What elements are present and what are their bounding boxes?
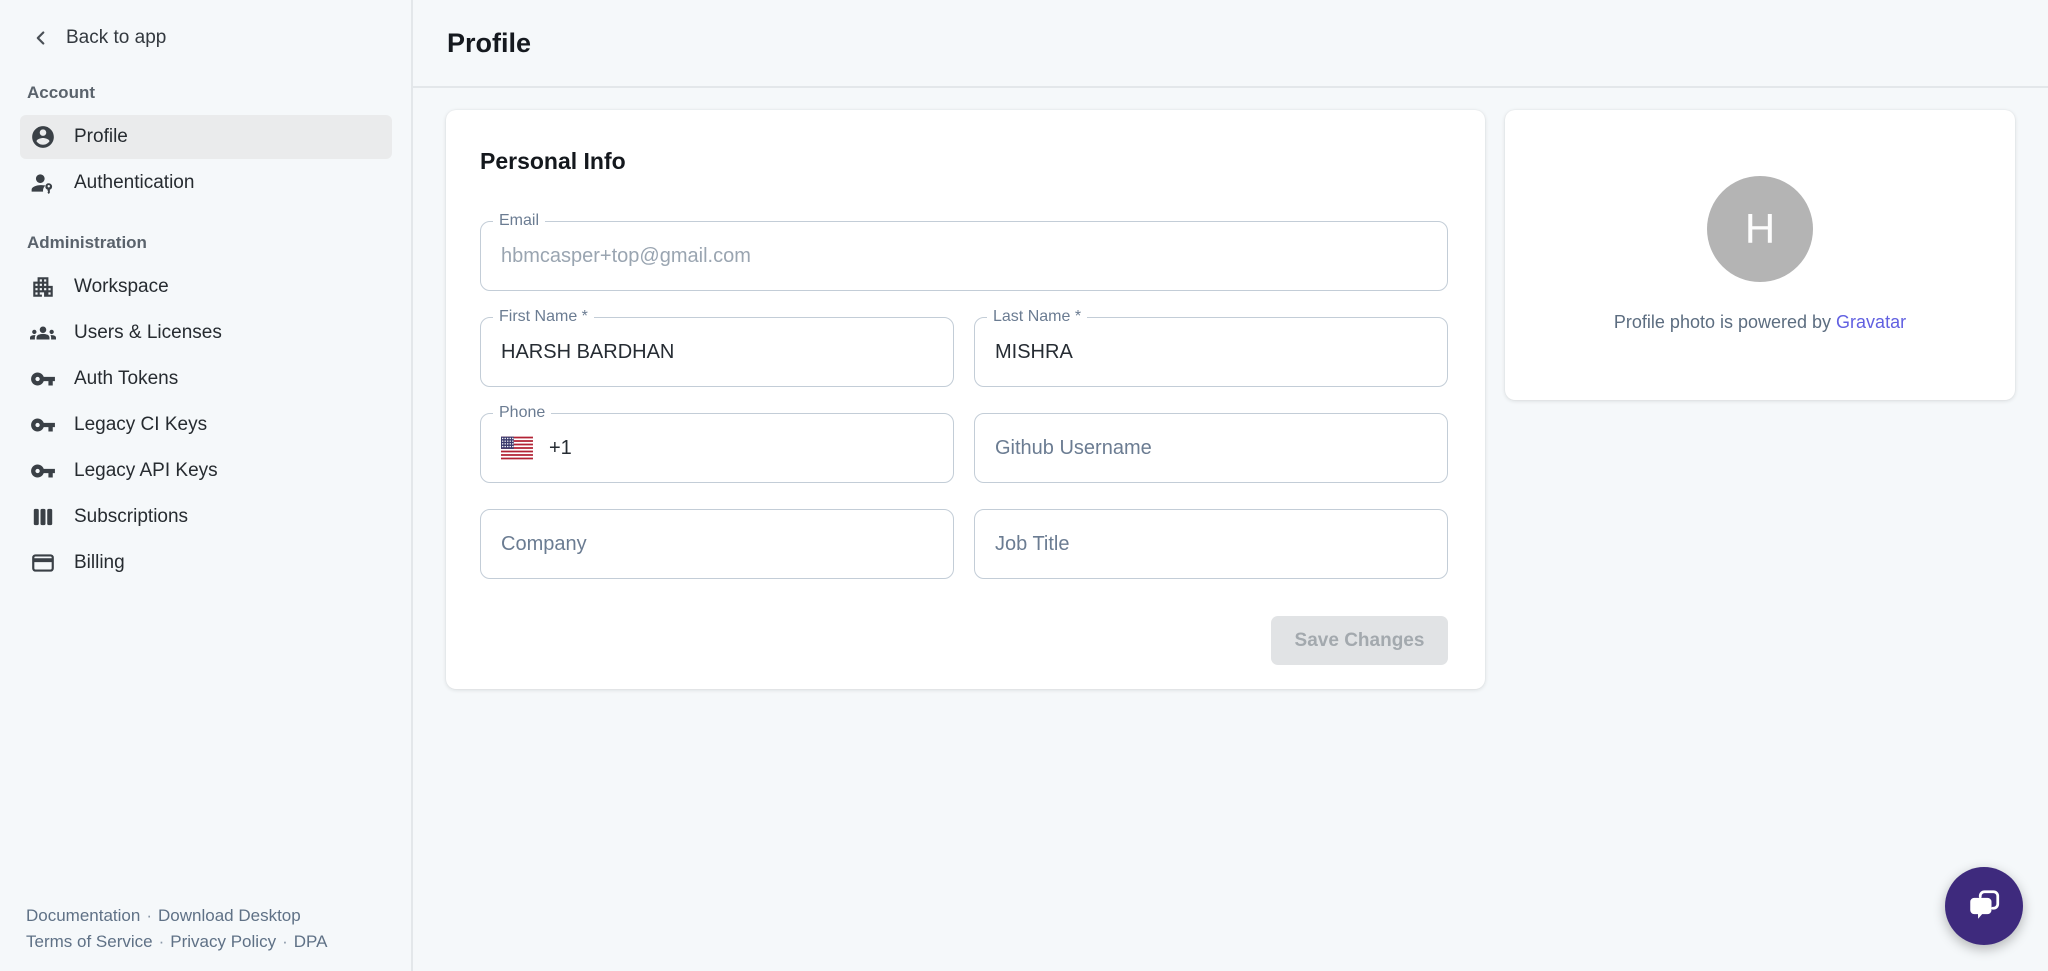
terms-of-service-link[interactable]: Terms of Service xyxy=(26,932,153,951)
sidebar-item-label: Users & Licenses xyxy=(74,322,222,344)
github-username-field[interactable] xyxy=(974,413,1448,483)
company-input[interactable] xyxy=(501,533,933,556)
personal-info-title: Personal Info xyxy=(480,148,1448,175)
sidebar-item-label: Profile xyxy=(74,126,128,148)
first-name-field[interactable]: First Name * xyxy=(480,317,954,387)
back-to-app-button[interactable]: Back to app xyxy=(0,0,411,57)
credit-card-icon xyxy=(30,550,56,576)
page-title: Profile xyxy=(447,28,531,59)
github-username-input[interactable] xyxy=(995,437,1427,460)
groups-icon xyxy=(30,320,56,346)
phone-field-label: Phone xyxy=(493,404,551,422)
gravatar-caption: Profile photo is powered by Gravatar xyxy=(1614,312,1906,333)
person-key-icon xyxy=(30,170,56,196)
content-area: Personal Info Email First Name * Last Na… xyxy=(413,88,2048,711)
phone-dial-code: +1 xyxy=(549,437,572,460)
sidebar-item-profile[interactable]: Profile xyxy=(20,115,392,159)
sidebar-footer: Documentation·Download Desktop Terms of … xyxy=(26,903,327,955)
last-name-field[interactable]: Last Name * xyxy=(974,317,1448,387)
sidebar-item-label: Legacy API Keys xyxy=(74,460,218,482)
sidebar-item-label: Legacy CI Keys xyxy=(74,414,207,436)
page-header: Profile xyxy=(413,0,2048,88)
footer-row-1: Documentation·Download Desktop xyxy=(26,903,327,929)
footer-separator: · xyxy=(276,932,294,951)
sidebar-item-billing[interactable]: Billing xyxy=(20,541,392,585)
sidebar-item-label: Billing xyxy=(74,552,125,574)
section-title-account: Account xyxy=(0,57,411,113)
footer-row-2: Terms of Service·Privacy Policy·DPA xyxy=(26,929,327,955)
key-icon xyxy=(30,366,56,392)
save-changes-button[interactable]: Save Changes xyxy=(1271,616,1448,665)
company-field[interactable] xyxy=(480,509,954,579)
person-circle-icon xyxy=(30,124,56,150)
last-name-input[interactable] xyxy=(995,341,1427,364)
sidebar-item-label: Auth Tokens xyxy=(74,368,178,390)
footer-separator: · xyxy=(153,932,171,951)
sidebar-item-label: Workspace xyxy=(74,276,169,298)
email-field-label: Email xyxy=(493,212,545,230)
sidebar-item-legacy-api-keys[interactable]: Legacy API Keys xyxy=(20,449,392,493)
back-to-app-label: Back to app xyxy=(66,27,166,49)
phone-field[interactable]: Phone xyxy=(480,413,954,483)
sidebar-item-label: Authentication xyxy=(74,172,194,194)
sidebar-item-legacy-ci-keys[interactable]: Legacy CI Keys xyxy=(20,403,392,447)
main-area: Profile Personal Info Email First Name *… xyxy=(413,0,2048,971)
sidebar-item-subscriptions[interactable]: Subscriptions xyxy=(20,495,392,539)
email-field[interactable]: Email xyxy=(480,221,1448,291)
email-input[interactable] xyxy=(501,245,1427,268)
chevron-left-icon xyxy=(30,27,52,49)
section-title-administration: Administration xyxy=(0,207,411,263)
chat-bubbles-icon xyxy=(1964,886,2004,926)
dpa-link[interactable]: DPA xyxy=(294,932,328,951)
sidebar-item-workspace[interactable]: Workspace xyxy=(20,265,392,309)
gravatar-card: H Profile photo is powered by Gravatar xyxy=(1505,110,2015,400)
first-name-field-label: First Name * xyxy=(493,308,594,326)
sidebar-item-auth-tokens[interactable]: Auth Tokens xyxy=(20,357,392,401)
chat-widget-button[interactable] xyxy=(1945,867,2023,945)
sidebar-item-users-licenses[interactable]: Users & Licenses xyxy=(20,311,392,355)
sidebar-item-label: Subscriptions xyxy=(74,506,188,528)
building-icon xyxy=(30,274,56,300)
phone-input[interactable] xyxy=(588,437,933,460)
last-name-field-label: Last Name * xyxy=(987,308,1087,326)
us-flag-icon[interactable] xyxy=(501,434,533,462)
first-name-input[interactable] xyxy=(501,341,933,364)
key-icon xyxy=(30,458,56,484)
job-title-input[interactable] xyxy=(995,533,1427,556)
sidebar-item-authentication[interactable]: Authentication xyxy=(20,161,392,205)
privacy-policy-link[interactable]: Privacy Policy xyxy=(170,932,276,951)
download-desktop-link[interactable]: Download Desktop xyxy=(158,906,301,925)
personal-info-card: Personal Info Email First Name * Last Na… xyxy=(446,110,1485,689)
gravatar-link[interactable]: Gravatar xyxy=(1836,312,1906,332)
gravatar-caption-text: Profile photo is powered by xyxy=(1614,312,1836,332)
sidebar: Back to app Account Profile Authenticati… xyxy=(0,0,413,971)
documentation-link[interactable]: Documentation xyxy=(26,906,140,925)
key-icon xyxy=(30,412,56,438)
bars-icon xyxy=(30,504,56,530)
job-title-field[interactable] xyxy=(974,509,1448,579)
footer-separator: · xyxy=(140,906,158,925)
avatar: H xyxy=(1707,176,1813,282)
